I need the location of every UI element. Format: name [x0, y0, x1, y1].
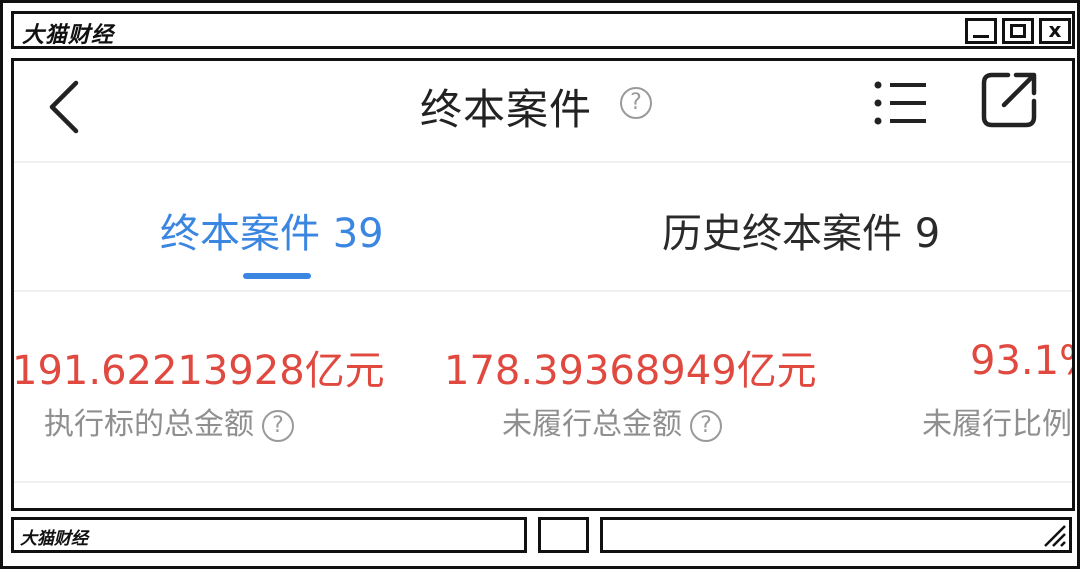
tabs-divider [14, 290, 1072, 292]
window-titlebar: 大猫财经 x [11, 11, 1075, 49]
status-bar-right [600, 517, 1072, 553]
stat-label-text: 未履行总金额 [502, 407, 682, 442]
list-menu-icon[interactable] [872, 73, 930, 133]
help-icon[interactable]: ? [262, 409, 294, 442]
app-screen: 终本案件 ? 终本案件 39 历史终本案件 9 191.62213928亿元 执… [11, 58, 1075, 511]
stat-value-total-amount: 191.62213928亿元 [12, 348, 385, 394]
stats-divider [14, 481, 1072, 483]
window-frame: 大猫财经 x 终本案件 ? 终本案件 39 历史终本案件 9 191.62213… [0, 0, 1080, 569]
help-icon[interactable]: ? [690, 409, 722, 442]
status-bar-middle [538, 517, 589, 553]
stat-label-unfulfilled-amount: 未履行总金额? [502, 399, 722, 443]
stat-label-text: 执行标的总金额 [44, 407, 254, 442]
window-title: 大猫财经 [22, 23, 115, 48]
help-icon[interactable]: ? [620, 87, 652, 119]
tab-current-cases[interactable]: 终本案件 39 [160, 201, 384, 259]
stat-label-unfulfilled-ratio: 未履行比例 [922, 407, 1072, 442]
minimize-button[interactable] [965, 18, 997, 44]
stat-label-total-amount: 执行标的总金额? [44, 399, 294, 443]
back-chevron-icon[interactable] [44, 77, 84, 137]
tab-history-cases[interactable]: 历史终本案件 9 [662, 201, 940, 259]
status-bar-left: 大猫财经 [11, 517, 527, 553]
close-button[interactable]: x [1039, 18, 1071, 44]
status-text: 大猫财经 [20, 529, 88, 549]
maximize-button[interactable] [1002, 18, 1034, 44]
active-tab-indicator [243, 273, 311, 279]
header-divider [14, 161, 1072, 163]
stat-value-unfulfilled-amount: 178.39368949亿元 [444, 348, 817, 394]
page-title: 终本案件 [420, 85, 593, 134]
stat-value-unfulfilled-ratio: 93.1% [970, 338, 1072, 384]
app-header: 终本案件 ? [14, 61, 1072, 161]
resize-grip-icon[interactable] [1041, 522, 1067, 548]
share-icon[interactable] [978, 69, 1040, 131]
